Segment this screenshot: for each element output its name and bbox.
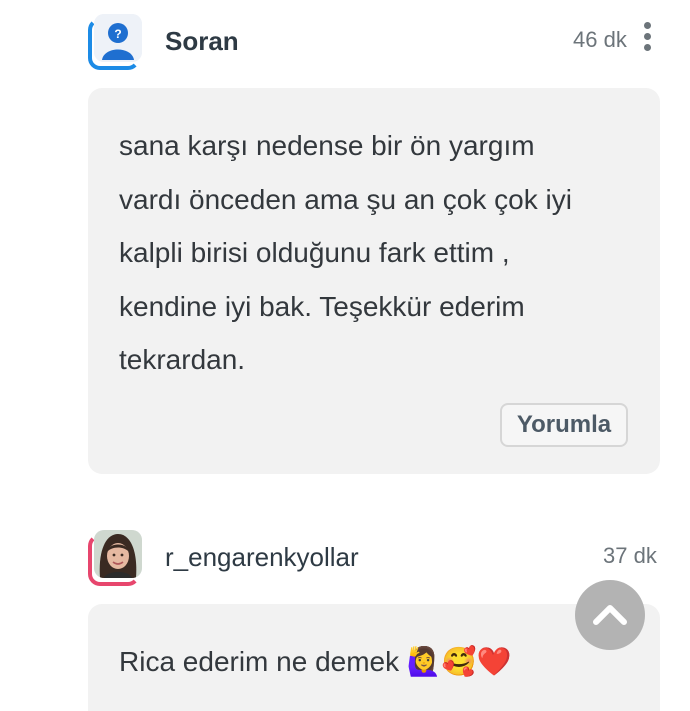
reply-button[interactable]: Yorumla (500, 403, 628, 447)
comment-text: Rica ederim ne demek 🙋‍♀️🥰❤️ (119, 646, 512, 677)
scroll-to-top-button[interactable] (575, 580, 645, 650)
comment-body: Rica ederim ne demek 🙋‍♀️🥰❤️ (88, 604, 660, 711)
anonymous-user-icon: ? (94, 14, 142, 62)
svg-text:?: ? (114, 27, 121, 41)
comment-body: sana karşı nedense bir ön yargım vardı ö… (88, 88, 660, 474)
username[interactable]: Soran (165, 26, 239, 57)
timestamp: 46 dk (573, 27, 627, 52)
comment-line: tekrardan. (119, 344, 246, 375)
user-photo (94, 530, 142, 578)
comment-header: ? Soran 46 dk (88, 14, 668, 74)
avatar[interactable] (88, 530, 144, 586)
comment-header: r_engarenkyollar 37 dk (88, 530, 668, 590)
avatar[interactable]: ? (88, 14, 144, 70)
comment-item: ? Soran 46 dk sana karşı nedense bir ön … (0, 0, 690, 480)
timestamp: 37 dk (603, 543, 657, 568)
chevron-up-icon (593, 605, 627, 625)
username[interactable]: r_engarenkyollar (165, 542, 359, 573)
comment-line: kalpli birisi olduğunu fark ettim , (119, 237, 510, 268)
comment-line: sana karşı nedense bir ön yargım (119, 130, 535, 161)
comment-text: sana karşı nedense bir ön yargım vardı ö… (119, 119, 572, 387)
comment-line: kendine iyi bak. Teşekkür ederim (119, 290, 525, 322)
comment-line: vardı önceden ama şu an çok çok iyi (119, 183, 572, 215)
more-vertical-icon[interactable] (640, 22, 654, 54)
